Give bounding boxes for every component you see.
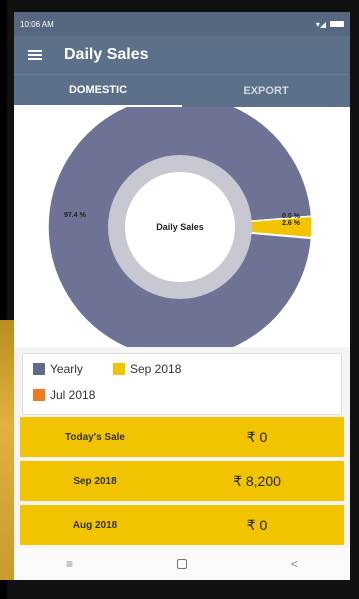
legend-swatch-jul-2018	[33, 389, 45, 401]
card-label: Aug 2018	[72, 519, 118, 531]
tab-bar: DOMESTIC EXPORT	[14, 74, 350, 107]
card-value: ₹ 8,200	[233, 472, 281, 489]
legend-item-jul-2018[interactable]: Jul 2018	[33, 388, 95, 402]
card-aug-2018[interactable]: Aug 2018 ₹ 0	[20, 505, 344, 545]
sales-cards: Today's Sale ₹ 0 Sep 2018 ₹ 8,200 Aug 20…	[20, 417, 344, 549]
status-icons: ▾◢	[316, 20, 344, 29]
legend-label-jul-2018: Jul 2018	[50, 388, 96, 402]
chart-legend: Yearly Sep 2018 Jul 2018	[22, 353, 342, 415]
battery-icon	[330, 21, 344, 27]
background-yellow	[0, 320, 14, 580]
slice-label-sep-2018: 2.6 %	[282, 220, 301, 227]
legend-item-sep-2018[interactable]: Sep 2018	[113, 362, 181, 376]
card-sep-2018[interactable]: Sep 2018 ₹ 8,200	[20, 461, 344, 501]
card-value: ₹ 0	[246, 428, 268, 445]
menu-icon[interactable]	[28, 50, 42, 60]
phone-screen: 10:06 AM ▾◢ Daily Sales DOMESTIC EXPORT …	[14, 12, 350, 580]
tab-domestic[interactable]: DOMESTIC	[14, 75, 182, 107]
status-time: 10:06 AM	[20, 19, 54, 29]
back-icon[interactable]: <	[291, 557, 298, 571]
home-icon[interactable]	[176, 559, 187, 569]
legend-swatch-yearly	[33, 363, 45, 375]
slice-label-jul-2018: 0.0 %	[282, 213, 301, 220]
card-todays-sale[interactable]: Today's Sale ₹ 0	[20, 417, 344, 457]
status-bar: 10:06 AM ▾◢	[14, 12, 350, 36]
chart-center-label: Daily Sales	[156, 222, 204, 232]
legend-item-yearly[interactable]: Yearly	[33, 362, 83, 376]
chart-area: Daily Sales 97.4 % 2.6 % 0.0 %	[14, 94, 350, 360]
slice-label-yearly: 97.4 %	[64, 212, 87, 219]
legend-swatch-sep-2018	[113, 363, 125, 375]
system-nav-bar: ≡ <	[14, 548, 350, 580]
card-label: Today's Sale	[65, 431, 125, 443]
card-label: Sep 2018	[73, 475, 117, 487]
signal-icon: ▾◢	[315, 19, 326, 29]
legend-label-sep-2018: Sep 2018	[130, 362, 182, 376]
card-value: ₹ 0	[246, 516, 268, 533]
tab-export[interactable]: EXPORT	[182, 75, 350, 107]
legend-label-yearly: Yearly	[50, 362, 83, 376]
donut-chart: Daily Sales 97.4 % 2.6 %0.0 %	[47, 94, 313, 360]
app-bar: Daily Sales	[14, 36, 350, 74]
page-title: Daily Sales	[64, 46, 149, 63]
recents-icon[interactable]: ≡	[66, 557, 73, 571]
